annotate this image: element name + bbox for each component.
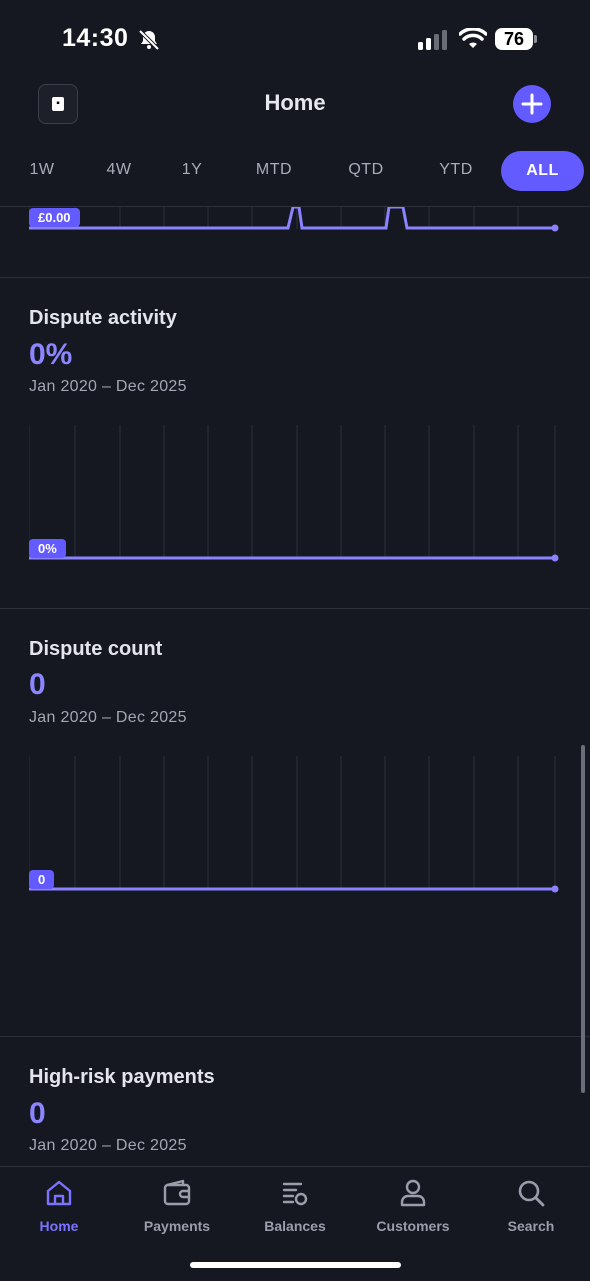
high-risk-payments-value: 0 [29,1097,46,1130]
wallet-icon [163,1179,191,1206]
tab-all[interactable]: ALL [501,151,584,191]
dispute-activity-tag: 0% [29,539,66,558]
dispute-count-title: Dispute count [29,638,163,660]
tab-ytd[interactable]: YTD [426,150,486,190]
nav-home[interactable]: Home [4,1177,114,1234]
dispute-count-chart[interactable] [29,756,559,896]
battery-indicator: 76 [495,28,539,52]
chart-value-tag: £0.00 [29,208,80,227]
nav-search[interactable]: Search [476,1177,586,1234]
series-end-point [551,554,559,562]
dispute-activity-chart[interactable] [29,425,559,565]
dispute-activity-range: Jan 2020 – Dec 2025 [29,378,187,395]
nav-home-label: Home [39,1218,79,1234]
home-icon [46,1180,72,1206]
nav-balances-label: Balances [264,1218,326,1234]
battery-level: 76 [503,29,525,49]
dispute-count-range: Jan 2020 – Dec 2025 [29,709,187,726]
section-divider [0,1036,590,1037]
tab-4w[interactable]: 4W [93,150,145,190]
high-risk-payments-title: High-risk payments [29,1066,215,1088]
high-risk-payments-range: Jan 2020 – Dec 2025 [29,1137,187,1154]
previous-chart [29,207,559,232]
dispute-count-tag: 0 [29,870,55,889]
dispute-activity-title: Dispute activity [29,307,177,329]
nav-payments-label: Payments [143,1218,211,1234]
signal-icon [418,30,447,50]
nav-balances[interactable]: Balances [240,1177,350,1234]
scrollbar[interactable] [581,745,585,1093]
dispute-count-value: 0 [29,668,46,701]
date-range-tabs: 1W 4W 1Y MTD QTD YTD ALL [0,150,590,192]
tab-1y[interactable]: 1Y [166,150,218,190]
status-time: 14:30 [62,24,129,52]
nav-payments[interactable]: Payments [122,1177,232,1234]
balances-icon [282,1182,308,1206]
tab-qtd[interactable]: QTD [336,150,396,190]
nav-customers[interactable]: Customers [358,1177,468,1234]
page-title: Home [264,90,326,115]
bell-muted-icon [138,29,160,51]
search-icon [518,1180,545,1207]
add-button[interactable] [513,85,551,123]
series-end-point [551,885,559,893]
section-divider [0,277,590,278]
wifi-icon [459,28,487,48]
customer-icon [400,1179,426,1207]
home-indicator[interactable] [190,1262,401,1268]
tab-mtd[interactable]: MTD [244,150,304,190]
dispute-activity-value: 0% [29,338,73,371]
plus-icon [521,93,543,115]
section-divider [0,608,590,609]
nav-search-label: Search [507,1218,555,1234]
tab-1w[interactable]: 1W [16,150,68,190]
nav-customers-label: Customers [376,1218,450,1234]
